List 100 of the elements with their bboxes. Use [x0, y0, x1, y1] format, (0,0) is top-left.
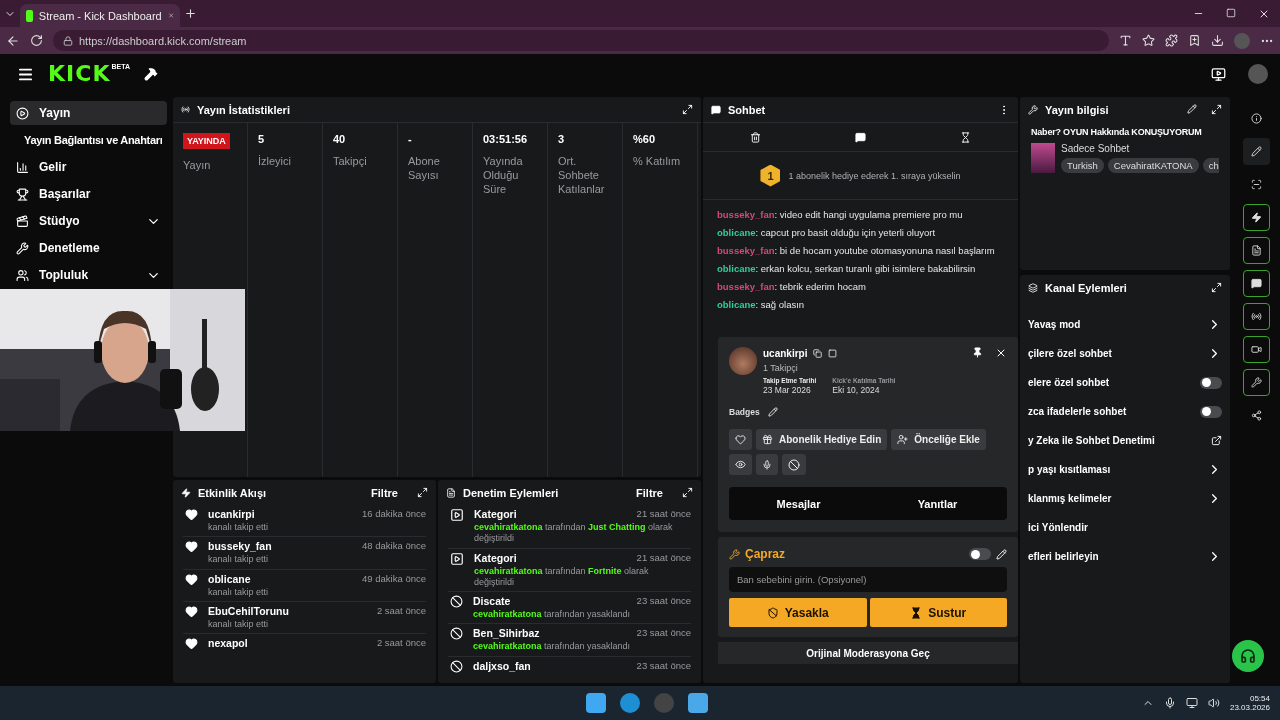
action-label[interactable]: p yaşı kısıtlaması [1028, 464, 1111, 475]
filter-button[interactable]: Filtre [636, 486, 663, 499]
sidebar-item[interactable]: Başarılar [10, 182, 167, 206]
edit-icon[interactable] [1187, 104, 1197, 114]
app-icon[interactable] [688, 693, 708, 713]
ban-button[interactable] [782, 454, 806, 475]
event-time: 16 dakika önce [362, 508, 426, 520]
action-label[interactable]: efleri belirleyin [1028, 551, 1099, 562]
mic-icon[interactable] [1163, 697, 1176, 709]
live-badge: YAYINDA [183, 133, 230, 149]
hourglass-icon[interactable] [960, 131, 971, 143]
rail-button[interactable] [1242, 369, 1270, 396]
priority-button[interactable]: Önceliğe Ekle [891, 429, 986, 450]
action-label[interactable]: Yavaş mod [1028, 319, 1081, 330]
switch-button[interactable]: Orijinal Moderasyona Geç [718, 642, 1018, 664]
toggle-switch[interactable] [969, 548, 991, 560]
ban-button[interactable]: Yasakla [729, 598, 867, 627]
action-label[interactable]: çilere özel sohbet [1028, 348, 1112, 359]
volume-icon[interactable] [1207, 697, 1220, 709]
entry-text: cevahiratkatona tarafından yasaklandı [473, 609, 632, 621]
rail-button[interactable] [1242, 336, 1270, 363]
hammer-icon[interactable] [144, 67, 158, 81]
sidebar-item[interactable]: Denetleme [10, 236, 167, 260]
stat-value: %60 [633, 133, 657, 145]
info-icon [1250, 113, 1262, 124]
rail-button[interactable] [1242, 204, 1270, 231]
help-button[interactable] [1232, 640, 1264, 672]
copy-icon[interactable] [813, 348, 823, 358]
edit-icon[interactable] [996, 548, 1007, 560]
address-field[interactable]: https://dashboard.kick.com/stream [53, 30, 1109, 51]
favorites-icon[interactable] [1188, 34, 1201, 47]
follower-count: 1 Takipçi [763, 363, 799, 373]
stat-label: Takipçi [333, 155, 368, 169]
gift-icon [762, 434, 773, 445]
popout-icon[interactable] [682, 487, 693, 498]
popout-icon[interactable] [417, 487, 428, 498]
popout-icon[interactable] [1211, 282, 1222, 293]
popout-icon[interactable] [1211, 104, 1222, 115]
close-icon[interactable] [995, 347, 1007, 359]
trash-icon[interactable] [750, 131, 761, 143]
reason-field[interactable]: Ban sebebini girin. (Opsiyonel) [729, 567, 1007, 592]
rail-button[interactable] [1242, 237, 1270, 264]
sidebar-subitem[interactable]: Yayın Bağlantısı ve Anahtarı [10, 128, 167, 152]
event-user: nexapol [208, 637, 248, 649]
edit-icon[interactable] [767, 407, 778, 417]
rail-button[interactable] [1242, 303, 1270, 330]
chat-icon[interactable] [855, 131, 866, 143]
network-icon[interactable] [1185, 697, 1198, 709]
toggle-switch[interactable] [1200, 405, 1222, 418]
action-label[interactable]: zca ifadelerle sohbet [1028, 406, 1127, 417]
video-icon [450, 551, 464, 566]
browser-tab[interactable]: Stream - Kick Dashboard [20, 4, 180, 27]
event-time: 2 saat önce [376, 637, 426, 649]
new-tab-icon[interactable] [184, 7, 197, 20]
extensions-icon[interactable] [1165, 34, 1178, 47]
rail-button[interactable] [1242, 138, 1270, 165]
download-icon[interactable] [1211, 34, 1224, 47]
tab[interactable]: Yanıtlar [868, 496, 1007, 511]
entry-title: Discate [473, 595, 511, 607]
sidebar-item[interactable]: Topluluk [10, 263, 167, 287]
event-time: 48 dakika önce [362, 540, 426, 553]
entry-text: cevahiratkatona tarafından yasaklandı [473, 641, 632, 653]
gift-button[interactable]: Abonelik Hediye Edin [756, 429, 888, 450]
reload-icon[interactable] [30, 34, 43, 47]
sidebar-item[interactable]: Gelir [10, 155, 167, 179]
follow-button[interactable] [729, 429, 752, 450]
camera-icon [1250, 344, 1262, 355]
tab[interactable]: Mesajlar [729, 496, 868, 511]
sidebar-item[interactable]: Yayın [10, 101, 167, 125]
panel-title: Kanal Eylemleri [1045, 281, 1128, 294]
stat-value: 5 [258, 133, 266, 145]
start-icon[interactable] [586, 693, 606, 713]
window-icon[interactable] [828, 348, 838, 358]
pin-icon[interactable] [972, 347, 983, 358]
back-icon[interactable] [6, 33, 20, 48]
external-link-icon[interactable] [1211, 435, 1222, 446]
timeout-button[interactable]: Sustur [869, 598, 1007, 627]
filter-button[interactable]: Filtre [371, 486, 398, 499]
gift-prompt: 1 abonelik hediye ederek 1. sıraya yükselin [788, 170, 961, 181]
watch-button[interactable] [729, 454, 752, 475]
stat-label: % Katılım [633, 155, 682, 169]
maximize-icon[interactable] [1226, 7, 1236, 18]
rail-button[interactable] [1242, 270, 1270, 297]
chat-message: oblicane: capcut pro basit olduğu için yeterli oluyort [717, 227, 937, 238]
sidebar-item[interactable]: Stüdyo [10, 209, 167, 233]
action-label[interactable]: ici Yönlendir [1028, 522, 1088, 533]
toggle-switch[interactable] [1200, 376, 1222, 389]
popout-icon[interactable] [682, 104, 693, 115]
panel-title: Denetim Eylemleri [463, 486, 560, 499]
entry-time: 23 saat önce [636, 659, 691, 672]
event-text: kanalı takip etti [208, 554, 270, 566]
panel-title: Yayın bilgisi [1045, 103, 1110, 116]
stream-preview-icon[interactable] [1211, 66, 1226, 82]
action-label[interactable]: y Zeka ile Sohbet Denetimi [1028, 435, 1155, 446]
user-avatar[interactable] [1248, 64, 1268, 84]
action-label[interactable]: elere özel sohbet [1028, 377, 1110, 388]
read-aloud-icon[interactable] [1119, 34, 1132, 47]
favorite-icon[interactable] [1142, 34, 1155, 47]
action-label[interactable]: klanmış kelimeler [1028, 493, 1112, 504]
unmute-button[interactable] [756, 454, 778, 475]
